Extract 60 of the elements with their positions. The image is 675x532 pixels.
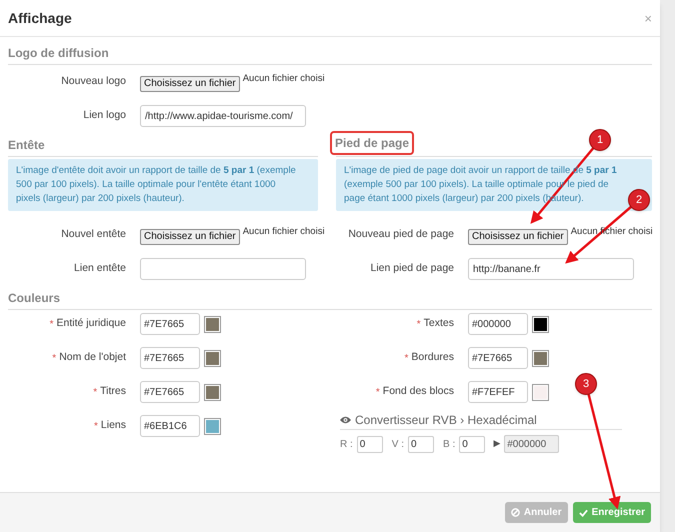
choose-file-button[interactable]: Choisissez un fichier bbox=[468, 229, 568, 245]
file-status: Aucun fichier choisi bbox=[242, 225, 325, 239]
field-label: Nouveau pied de page bbox=[347, 227, 454, 242]
field-label: Lien logo bbox=[82, 108, 126, 124]
prohibited-icon bbox=[510, 508, 520, 517]
file-status: Aucun fichier choisi bbox=[242, 72, 325, 86]
section-heading: Convertisseur RVB › Hexadécimal bbox=[355, 412, 537, 428]
field-label: Nom de l'objet bbox=[59, 350, 126, 366]
required-mark: * bbox=[416, 318, 421, 332]
field-label: Nouveau logo bbox=[60, 74, 126, 90]
result-field[interactable]: #000000 bbox=[504, 435, 560, 453]
choose-file-button[interactable]: Choisissez un fichier bbox=[140, 229, 240, 245]
required-mark: * bbox=[50, 318, 54, 332]
color-swatch[interactable] bbox=[532, 384, 549, 400]
arrow-icon: ▶ bbox=[493, 437, 500, 451]
input-field[interactable]: /http://www.apidae-tourisme.com/ bbox=[140, 105, 306, 127]
field-label: Liens bbox=[100, 418, 126, 434]
color-swatch[interactable] bbox=[532, 350, 549, 366]
input-field[interactable]: #000000 bbox=[468, 313, 528, 335]
field-label: Lien pied de page bbox=[370, 261, 454, 276]
required-mark: * bbox=[94, 420, 98, 434]
input-field[interactable]: #7E7665 bbox=[140, 313, 200, 335]
input-field[interactable]: 0 bbox=[459, 436, 486, 452]
input-field[interactable]: #7E7665 bbox=[140, 381, 200, 403]
field-label: Lien entête bbox=[73, 261, 126, 276]
input-field[interactable]: 0 bbox=[356, 436, 383, 452]
required-mark: * bbox=[93, 386, 98, 400]
field-label: Bordures bbox=[411, 350, 454, 366]
field-label: Entité juridique bbox=[56, 316, 126, 332]
color-swatch[interactable] bbox=[204, 350, 221, 366]
section-heading: Couleurs bbox=[8, 290, 60, 307]
required-mark: * bbox=[404, 352, 408, 366]
color-swatch[interactable] bbox=[204, 384, 221, 400]
info-message: L'image d'entête doit avoir un rapport de taille de 5 par 1 (exemple 500 par 100 pixels). La taille optimale pour l'entête étant 1000 pixels (largeur) par 200 pixels (hauteur). bbox=[16, 164, 296, 206]
eye-icon bbox=[340, 416, 351, 424]
color-swatch[interactable] bbox=[204, 418, 221, 434]
window-title: Affichage bbox=[8, 8, 72, 28]
input-field[interactable]: #7E7665 bbox=[468, 347, 528, 369]
field-label: B : bbox=[443, 438, 456, 452]
choose-file-button[interactable]: Choisissez un fichier bbox=[140, 76, 240, 92]
field-label: R : bbox=[340, 438, 353, 452]
input-field[interactable]: 0 bbox=[408, 436, 434, 452]
required-mark: * bbox=[52, 352, 56, 366]
input-field[interactable]: #F7EFEF bbox=[468, 381, 528, 403]
input-field[interactable] bbox=[140, 258, 306, 280]
required-mark: * bbox=[376, 386, 380, 400]
input-field[interactable]: #6EB1C6 bbox=[140, 415, 200, 437]
check-icon bbox=[578, 508, 588, 516]
input-field[interactable]: #7E7665 bbox=[140, 347, 200, 369]
section-heading: Logo de diffusion bbox=[8, 45, 109, 62]
field-label: Titres bbox=[100, 384, 126, 400]
field-label: Nouvel entête bbox=[60, 227, 126, 242]
color-swatch[interactable] bbox=[204, 316, 221, 332]
field-label: V : bbox=[392, 438, 404, 452]
input-field[interactable]: http://banane.fr bbox=[468, 258, 634, 280]
section-heading: Pied de page bbox=[330, 131, 414, 155]
field-label: Fond des blocs bbox=[382, 384, 454, 400]
field-label: Textes bbox=[424, 316, 454, 332]
section-heading: Entête bbox=[8, 137, 45, 154]
color-swatch[interactable] bbox=[532, 316, 549, 332]
